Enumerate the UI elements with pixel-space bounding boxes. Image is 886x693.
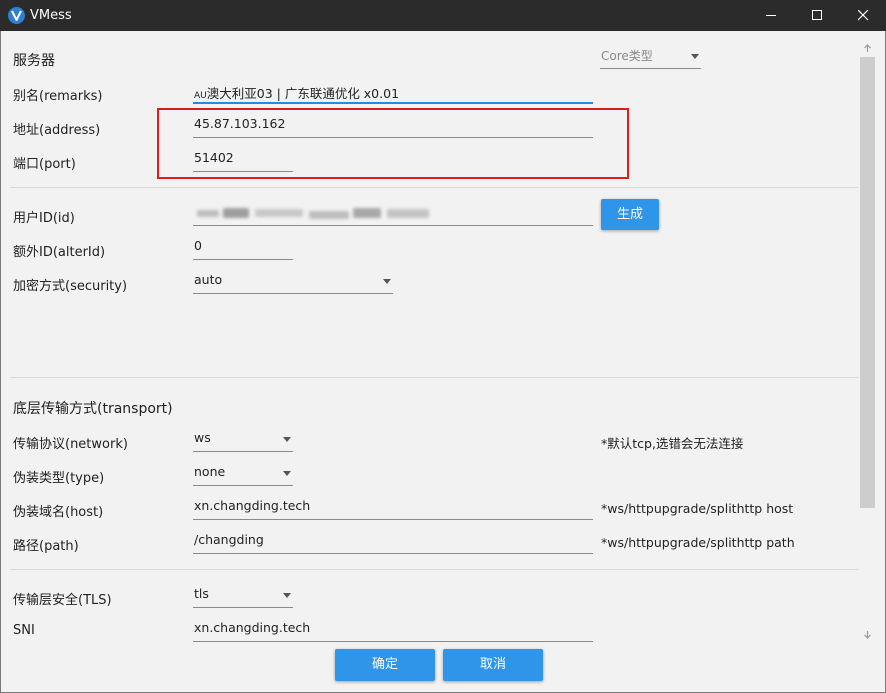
generate-button[interactable]: 生成 <box>601 199 659 230</box>
path-value: /changding <box>194 532 264 547</box>
user-id-label: 用户ID(id) <box>13 211 75 226</box>
chevron-down-icon <box>283 593 291 598</box>
v2ray-logo-icon <box>8 7 25 24</box>
type-label: 伪装类型(type) <box>13 471 105 486</box>
chevron-down-icon <box>283 471 291 476</box>
redaction-blur <box>387 209 429 218</box>
sni-label: SNI <box>13 623 35 638</box>
remarks-label: 别名(remarks) <box>13 89 103 104</box>
chevron-down-icon <box>283 437 291 442</box>
remarks-input[interactable]: AU澳大利亚03 | 广东联通优化 x0.01 <box>193 80 593 104</box>
close-button[interactable] <box>840 0 886 31</box>
network-select[interactable]: ws <box>193 428 293 452</box>
divider <box>10 569 859 570</box>
address-label: 地址(address) <box>13 123 101 138</box>
alterid-input[interactable]: 0 <box>193 236 293 260</box>
type-value: none <box>194 464 226 479</box>
path-hint: *ws/httpupgrade/splithttp path <box>601 535 795 550</box>
divider <box>10 187 859 188</box>
tls-value: tls <box>194 586 209 601</box>
core-type-select[interactable]: Core类型 <box>600 45 701 69</box>
window-title: VMess <box>30 8 72 23</box>
server-section-title: 服务器 <box>13 53 55 69</box>
security-select[interactable]: auto <box>193 270 393 294</box>
transport-section-title: 底层传输方式(transport) <box>13 401 173 417</box>
remarks-value: AU澳大利亚03 | 广东联通优化 x0.01 <box>194 83 399 102</box>
sni-input[interactable]: xn.changding.tech <box>193 618 593 642</box>
vertical-scrollbar[interactable] <box>858 40 877 646</box>
ok-button[interactable]: 确定 <box>335 649 435 681</box>
user-id-redacted <box>193 206 433 222</box>
minimize-button[interactable] <box>748 0 794 31</box>
port-label: 端口(port) <box>13 157 76 172</box>
security-value: auto <box>194 272 223 287</box>
path-label: 路径(path) <box>13 539 79 554</box>
tls-select[interactable]: tls <box>193 584 293 608</box>
sni-value: xn.changding.tech <box>194 620 311 635</box>
tls-label: 传输层安全(TLS) <box>13 593 112 608</box>
alterid-label: 额外ID(alterId) <box>13 245 106 260</box>
network-value: ws <box>194 430 211 445</box>
remarks-text: 澳大利亚03 | 广东联通优化 x0.01 <box>206 86 400 101</box>
maximize-button[interactable] <box>794 0 840 31</box>
scroll-down-arrow-icon[interactable] <box>863 630 872 639</box>
title-bar: VMess <box>0 0 886 31</box>
host-hint: *ws/httpupgrade/splithttp host <box>601 501 794 516</box>
chevron-down-icon <box>383 279 391 284</box>
redaction-blur <box>309 211 349 219</box>
user-id-input[interactable] <box>193 202 593 226</box>
host-label: 伪装域名(host) <box>13 505 104 520</box>
minimize-icon <box>766 15 776 16</box>
path-input[interactable]: /changding <box>193 530 593 554</box>
redaction-blur <box>255 209 303 217</box>
alterid-value: 0 <box>194 238 202 253</box>
type-select[interactable]: none <box>193 462 293 486</box>
redaction-blur <box>223 208 249 218</box>
host-value: xn.changding.tech <box>194 498 311 513</box>
highlight-annotation <box>157 108 629 179</box>
security-label: 加密方式(security) <box>13 279 128 294</box>
host-input[interactable]: xn.changding.tech <box>193 496 593 520</box>
redaction-blur <box>353 208 381 218</box>
redaction-blur <box>197 210 219 217</box>
chevron-down-icon <box>691 54 699 59</box>
network-hint: *默认tcp,选错会无法连接 <box>601 436 744 451</box>
remarks-prefix: AU <box>194 91 207 101</box>
scroll-up-arrow-icon[interactable] <box>863 44 872 53</box>
divider <box>10 377 859 378</box>
cancel-button[interactable]: 取消 <box>443 649 543 681</box>
close-icon <box>858 10 869 21</box>
maximize-icon <box>812 10 822 20</box>
core-type-placeholder: Core类型 <box>601 49 653 63</box>
network-label: 传输协议(network) <box>13 437 128 452</box>
scrollbar-thumb[interactable] <box>860 57 875 508</box>
